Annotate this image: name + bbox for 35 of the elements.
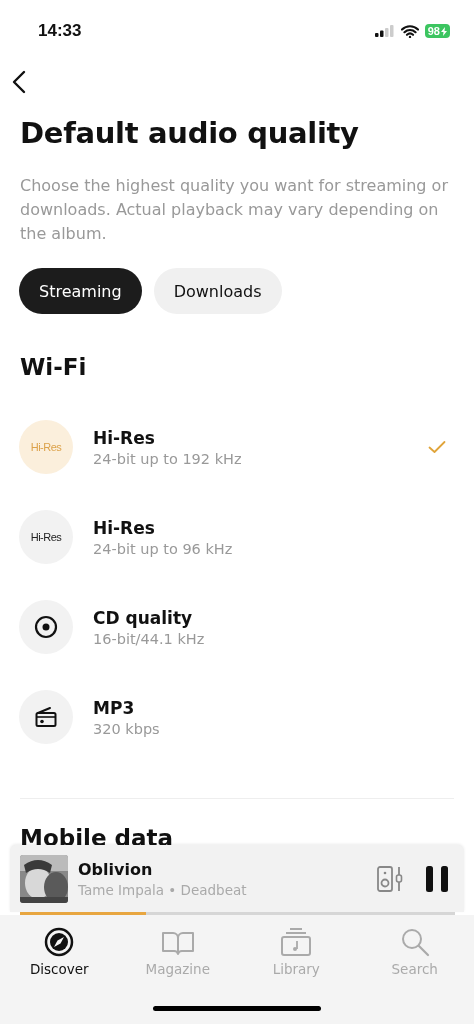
option-detail: 320 kbps xyxy=(93,720,161,737)
option-detail: 24-bit up to 96 kHz xyxy=(93,540,234,557)
quality-option[interactable]: MP3 320 kbps xyxy=(0,672,474,762)
hi-res-label: Hi-Res xyxy=(30,531,62,543)
option-detail: 16-bit/44.1 kHz xyxy=(93,630,206,647)
checkmark-icon xyxy=(428,440,446,454)
description-text: Choose the highest quality you want for streaming or downloads. Actual playback may vary depending on the album. xyxy=(20,175,449,245)
section-heading: Wi-Fi xyxy=(20,354,88,380)
search-icon xyxy=(399,927,430,957)
page-title: Default audio quality xyxy=(20,116,360,150)
hi-res-label: Hi-Res xyxy=(30,441,62,453)
mode-tab[interactable]: Downloads xyxy=(153,268,282,314)
pause-icon[interactable] xyxy=(424,864,450,893)
battery-icon: 98 xyxy=(424,24,450,38)
quality-option[interactable]: Hi-Res Hi-Res 24-bit up to 96 kHz xyxy=(0,492,474,582)
option-title: CD quality xyxy=(93,607,194,628)
quality-option[interactable]: CD quality 16-bit/44.1 kHz xyxy=(0,582,474,672)
mini-player[interactable]: Oblivion Tame Impala • Deadbeat xyxy=(10,845,464,912)
track-artist: Tame Impala • Deadbeat xyxy=(78,881,248,898)
option-detail: 24-bit up to 192 kHz xyxy=(93,450,243,467)
disc-icon xyxy=(34,615,58,639)
track-title: Oblivion xyxy=(78,859,154,879)
compass-icon xyxy=(44,927,75,957)
mode-tab[interactable]: Streaming xyxy=(19,268,142,314)
option-title: Hi-Res xyxy=(93,517,156,538)
option-title: MP3 xyxy=(93,697,136,718)
speaker-icon[interactable] xyxy=(376,864,404,893)
radio-icon xyxy=(34,705,58,729)
status-time: 14:33 xyxy=(38,21,82,41)
option-title: Hi-Res xyxy=(93,427,156,448)
quality-option[interactable]: Hi-Res Hi-Res 24-bit up to 192 kHz xyxy=(0,402,474,492)
signal-icon xyxy=(374,25,395,37)
music-library-icon xyxy=(280,927,313,957)
wifi-icon xyxy=(400,24,419,38)
nav-tab[interactable]: Discover xyxy=(9,926,110,978)
